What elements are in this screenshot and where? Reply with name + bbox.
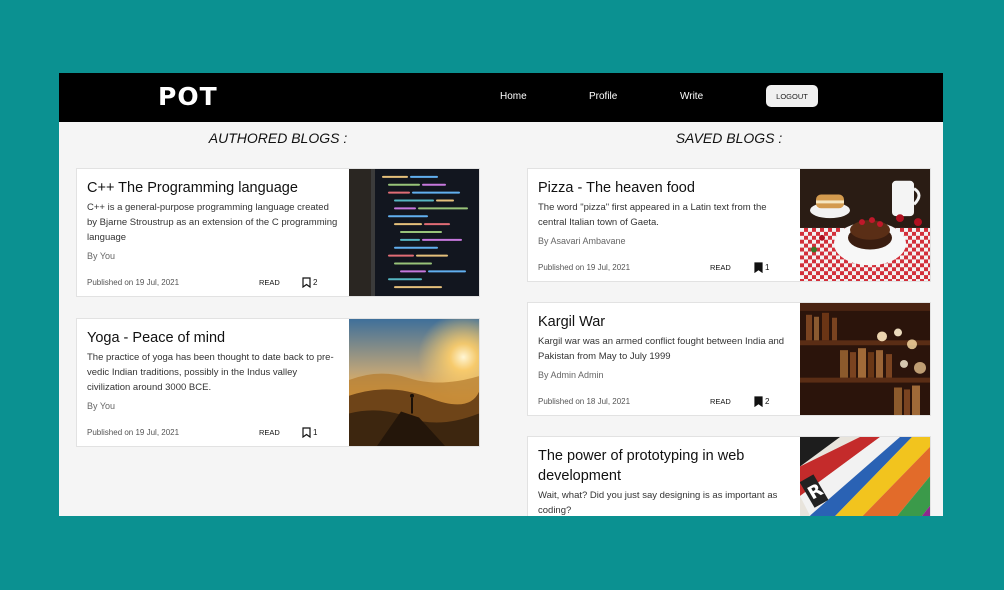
navbar: POT Home Profile Write LOGOUT xyxy=(59,73,943,122)
card-image-color-swatches: R xyxy=(800,437,930,516)
card-title[interactable]: C++ The Programming language xyxy=(87,178,339,198)
read-button[interactable]: READ xyxy=(710,263,731,272)
card-author: By You xyxy=(87,251,116,261)
bookmark-button[interactable]: 1 xyxy=(302,427,317,438)
nav-home-link[interactable]: Home xyxy=(500,91,527,102)
app-window: POT Home Profile Write LOGOUT AUTHORED B… xyxy=(59,73,943,516)
card-image-pancakes xyxy=(800,169,930,281)
card-body: C++ The Programming language C++ is a ge… xyxy=(87,178,339,261)
bookmark-count: 1 xyxy=(765,263,770,272)
bookmark-count: 2 xyxy=(765,397,770,406)
authored-blogs-heading: AUTHORED BLOGS : xyxy=(208,130,348,146)
card-title[interactable]: Kargil War xyxy=(538,312,790,332)
blog-card[interactable]: The power of prototyping in web developm… xyxy=(527,436,931,516)
blog-card[interactable]: Yoga - Peace of mind The practice of yog… xyxy=(76,318,480,447)
blog-card[interactable]: Pizza - The heaven food The word "pizza"… xyxy=(527,168,931,282)
card-author: By Admin Admin xyxy=(538,370,604,380)
card-date: Published on 19 Jul, 2021 xyxy=(87,428,180,437)
bookmark-count: 1 xyxy=(313,428,318,437)
card-image-mountain-sunset xyxy=(349,319,479,446)
card-author: By You xyxy=(87,401,116,411)
nav-profile-link[interactable]: Profile xyxy=(589,91,617,102)
card-body: Kargil War Kargil war was an armed confl… xyxy=(538,312,790,380)
card-body: Yoga - Peace of mind The practice of yog… xyxy=(87,328,339,411)
bookmark-outline-icon xyxy=(302,277,311,288)
bookmark-filled-icon xyxy=(754,262,763,273)
card-date: Published on 19 Jul, 2021 xyxy=(87,278,180,287)
card-description: The practice of yoga has been thought to… xyxy=(87,352,334,393)
card-description: The word "pizza" first appeared in a Lat… xyxy=(538,202,767,228)
logo[interactable]: POT xyxy=(158,82,218,111)
card-date: Published on 19 Jul, 2021 xyxy=(538,263,631,272)
blog-card[interactable]: Kargil War Kargil war was an armed confl… xyxy=(527,302,931,416)
saved-blogs-heading: SAVED BLOGS : xyxy=(675,130,783,146)
card-author: By Asavari Ambavane xyxy=(538,236,626,246)
card-title[interactable]: Yoga - Peace of mind xyxy=(87,328,339,348)
bookmark-count: 2 xyxy=(313,278,318,287)
card-title[interactable]: Pizza - The heaven food xyxy=(538,178,790,198)
card-image-bookshelf xyxy=(800,303,930,415)
card-body: Pizza - The heaven food The word "pizza"… xyxy=(538,178,790,246)
card-description: Kargil war was an armed conflict fought … xyxy=(538,336,785,362)
card-title[interactable]: The power of prototyping in web developm… xyxy=(538,446,790,486)
read-button[interactable]: READ xyxy=(710,397,731,406)
nav-write-link[interactable]: Write xyxy=(680,91,703,102)
bookmark-button[interactable]: 2 xyxy=(302,277,317,288)
bookmark-filled-icon xyxy=(754,396,763,407)
bookmark-button[interactable]: 1 xyxy=(754,262,769,273)
card-description: C++ is a general-purpose programming lan… xyxy=(87,202,338,243)
card-image-code-screen xyxy=(349,169,479,296)
card-description: Wait, what? Did you just say designing i… xyxy=(538,490,778,516)
bookmark-button[interactable]: 2 xyxy=(754,396,769,407)
read-button[interactable]: READ xyxy=(259,278,280,287)
card-date: Published on 18 Jul, 2021 xyxy=(538,397,631,406)
card-body: The power of prototyping in web developm… xyxy=(538,446,790,516)
read-button[interactable]: READ xyxy=(259,428,280,437)
blog-card[interactable]: C++ The Programming language C++ is a ge… xyxy=(76,168,480,297)
bookmark-outline-icon xyxy=(302,427,311,438)
logout-button[interactable]: LOGOUT xyxy=(766,85,818,107)
